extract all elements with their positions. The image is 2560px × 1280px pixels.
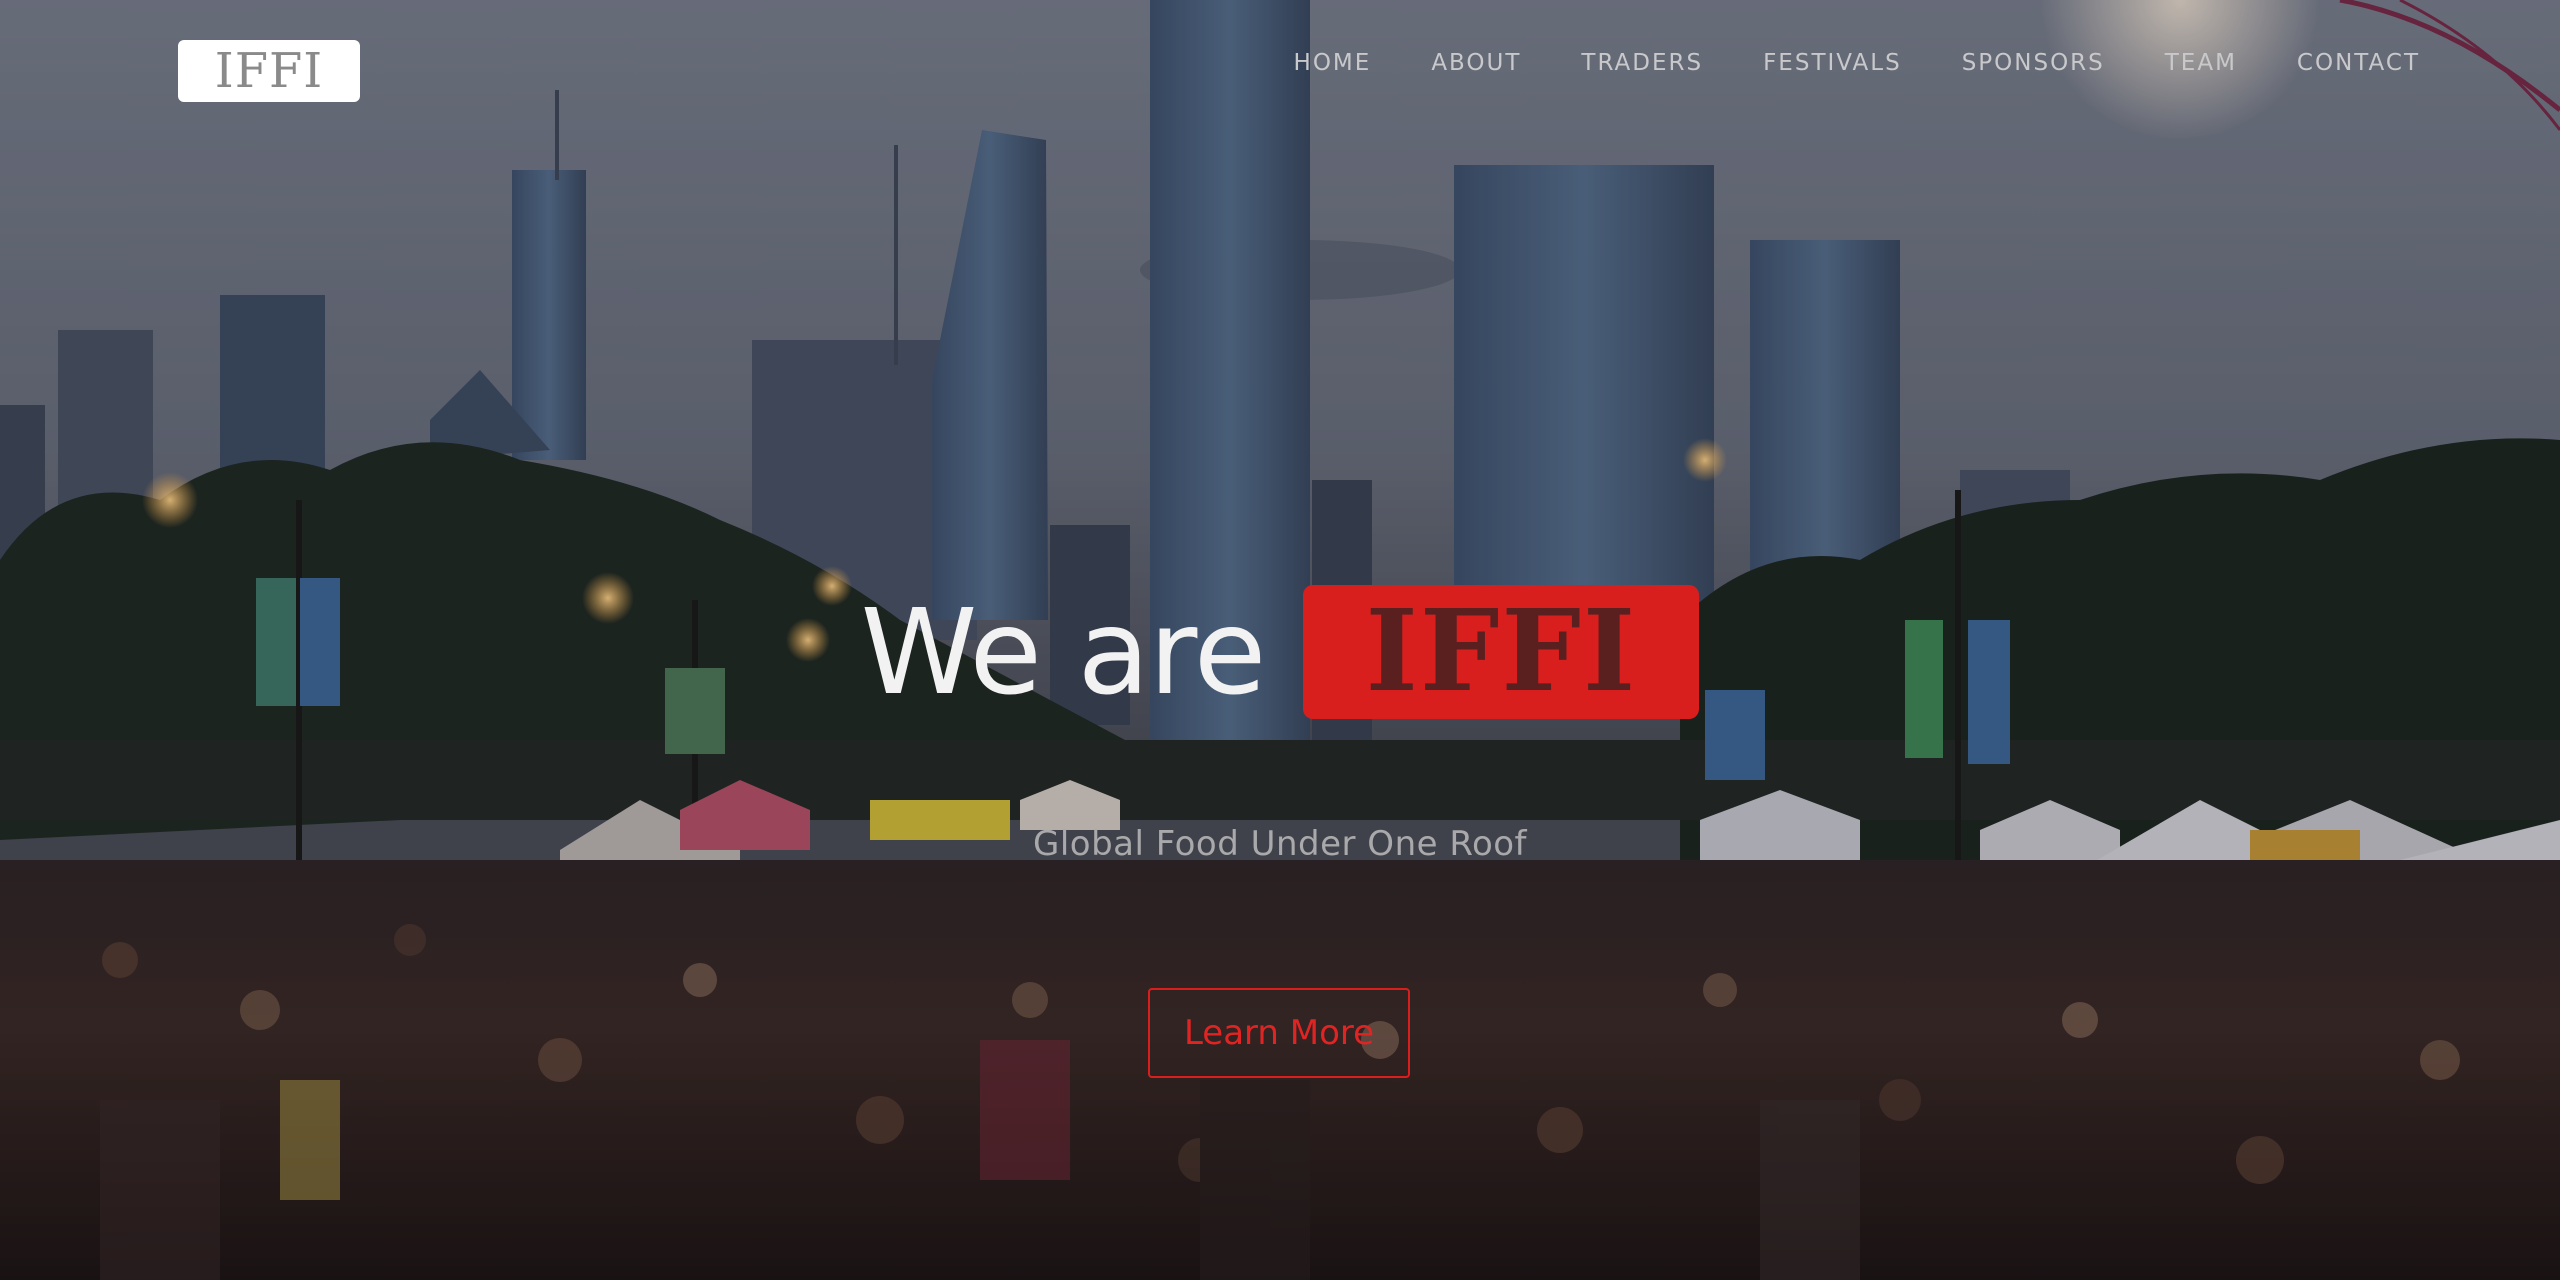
hero-tagline: Global Food Under One Roof <box>1032 824 1528 864</box>
logo-text: IFFI <box>214 43 324 99</box>
learn-more-button[interactable]: Learn More <box>1148 988 1410 1078</box>
nav-item-home[interactable]: HOME <box>1294 50 1372 76</box>
headline-prefix: We are <box>860 583 1267 721</box>
headline-badge: IFFI <box>1303 585 1700 719</box>
nav-item-team[interactable]: TEAM <box>2165 50 2237 76</box>
hero-headline: We are IFFI <box>0 585 2560 719</box>
main-nav: HOME ABOUT TRADERS FESTIVALS SPONSORS TE… <box>1234 50 2420 76</box>
site-logo[interactable]: IFFI <box>178 40 360 102</box>
headline-badge-text: IFFI <box>1365 586 1638 717</box>
nav-item-sponsors[interactable]: SPONSORS <box>1962 50 2105 76</box>
nav-item-about[interactable]: ABOUT <box>1431 50 1521 76</box>
nav-item-traders[interactable]: TRADERS <box>1581 50 1703 76</box>
nav-item-festivals[interactable]: FESTIVALS <box>1763 50 1902 76</box>
nav-item-contact[interactable]: CONTACT <box>2297 50 2420 76</box>
hero-section: IFFI HOME ABOUT TRADERS FESTIVALS SPONSO… <box>0 0 2560 1280</box>
